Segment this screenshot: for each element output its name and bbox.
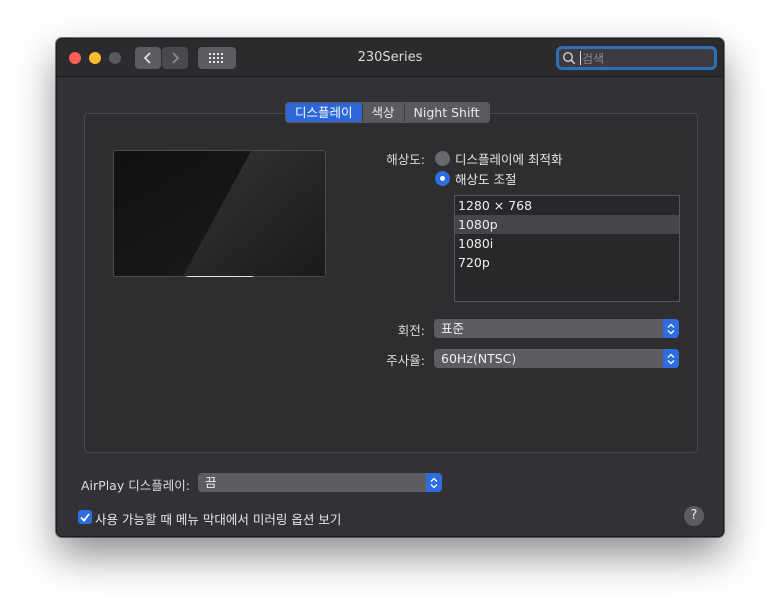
display-preview (113, 150, 326, 277)
list-item[interactable]: 1080i (455, 234, 679, 253)
radio-optimized[interactable]: 디스플레이에 최적화 (435, 149, 562, 168)
tab-display[interactable]: 디스플레이 (286, 103, 363, 122)
list-item[interactable]: 1280 × 768 (455, 196, 679, 215)
rotation-label: 회전: (397, 323, 425, 338)
resolution-label: 해상도: (386, 152, 425, 167)
tab-bar: 디스플레이 색상 Night Shift (285, 102, 490, 123)
airplay-select[interactable]: 끔 (198, 473, 442, 492)
refresh-rate-select[interactable]: 60Hz(NTSC) (434, 349, 679, 368)
updown-arrows-icon (663, 319, 679, 338)
rotation-select[interactable]: 표준 (434, 319, 679, 338)
preferences-window: 230Series 검색 디스플레이 색상 Night Shift 해상도: 디… (56, 38, 724, 537)
list-item-selected[interactable]: 1080p (455, 215, 679, 234)
mirroring-checkbox[interactable] (78, 510, 92, 524)
radio-scaled[interactable]: 해상도 조절 (435, 169, 516, 188)
radio-label: 해상도 조절 (455, 172, 517, 187)
list-item[interactable]: 720p (455, 253, 679, 272)
search-field[interactable]: 검색 (556, 46, 717, 70)
search-icon (562, 51, 576, 65)
tab-color[interactable]: 색상 (363, 103, 405, 122)
tab-night-shift[interactable]: Night Shift (405, 103, 489, 122)
radio-label: 디스플레이에 최적화 (455, 152, 563, 167)
refresh-rate-label: 주사율: (386, 353, 425, 368)
mirroring-checkbox-label[interactable]: 사용 가능할 때 메뉴 막대에서 미러링 옵션 보기 (95, 509, 341, 528)
help-button[interactable]: ? (684, 506, 704, 526)
updown-arrows-icon (426, 473, 442, 492)
text-caret (580, 51, 581, 65)
airplay-value: 끔 (205, 475, 217, 490)
radio-button-selected[interactable] (435, 171, 450, 186)
refresh-rate-value: 60Hz(NTSC) (441, 351, 517, 366)
search-placeholder: 검색 (582, 52, 605, 66)
radio-button[interactable] (435, 151, 450, 166)
resolution-list[interactable]: 1280 × 768 1080p 1080i 720p (454, 195, 680, 302)
checkmark-icon (80, 512, 90, 522)
rotation-value: 표준 (441, 321, 465, 336)
airplay-label: AirPlay 디스플레이: (81, 478, 190, 493)
updown-arrows-icon (663, 349, 679, 368)
title-bar: 230Series 검색 (57, 39, 723, 77)
